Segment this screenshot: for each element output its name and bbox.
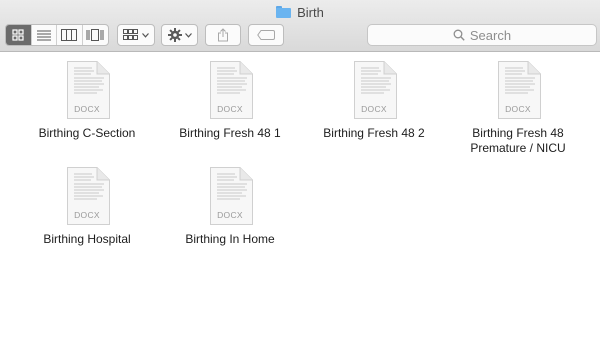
file-extension-label: DOCX [74,210,100,220]
file-extension-label: DOCX [217,104,243,114]
file-extension-label: DOCX [361,104,387,114]
docx-file-icon: DOCX [207,61,253,119]
cover-flow-icon [86,29,104,41]
share-button[interactable] [205,24,241,46]
docx-file-icon: DOCX [207,167,253,225]
tag-icon [257,30,275,40]
window-toolbar: Birth Search [0,0,600,52]
window-title-text: Birth [297,4,324,20]
list-view-button[interactable] [32,25,57,45]
column-view-button[interactable] [57,25,83,45]
arrange-button[interactable] [117,24,155,46]
file-name[interactable]: Birthing Fresh 48 2 [304,126,444,141]
file-extension-label: DOCX [217,210,243,220]
file-item[interactable]: DOCX Birthing C-Section [17,61,157,141]
folder-icon [276,6,292,18]
file-name[interactable]: Birthing Fresh 48 1 [160,126,300,141]
file-name[interactable]: Birthing C-Section [17,126,157,141]
search-placeholder: Search [469,27,512,43]
file-item[interactable]: DOCX Birthing Fresh 48 2 [304,61,444,141]
file-item[interactable]: DOCX Birthing Fresh 48 1 [160,61,300,141]
gear-icon [167,28,182,42]
tags-button[interactable] [248,24,284,46]
action-button[interactable] [161,24,198,46]
file-extension-label: DOCX [505,104,531,114]
arrange-grid-icon [123,29,138,40]
grid-icon [12,29,24,41]
search-field[interactable]: Search [367,24,597,46]
docx-file-icon: DOCX [351,61,397,119]
file-item[interactable]: DOCX Birthing Fresh 48 Premature / NICU [448,61,588,156]
icon-view-button[interactable] [6,25,32,45]
file-name[interactable]: Birthing In Home [160,232,300,247]
file-browser-content: DOCX Birthing C-Section DOCX Birthing Fr… [0,53,600,353]
file-name[interactable]: Birthing Hospital [17,232,157,247]
file-item[interactable]: DOCX Birthing Hospital [17,167,157,247]
window-title: Birth [0,3,600,21]
docx-file-icon: DOCX [495,61,541,119]
list-icon [36,30,51,41]
view-mode-control[interactable] [5,24,109,46]
docx-file-icon: DOCX [64,61,110,119]
file-item[interactable]: DOCX Birthing In Home [160,167,300,247]
cover-flow-view-button[interactable] [83,25,108,45]
chevron-down-icon [184,32,192,38]
search-icon [453,29,465,41]
file-name[interactable]: Birthing Fresh 48 Premature / NICU [463,126,573,156]
share-icon [218,28,228,42]
chevron-down-icon [142,32,149,38]
file-extension-label: DOCX [74,104,100,114]
docx-file-icon: DOCX [64,167,110,225]
columns-icon [61,29,78,41]
